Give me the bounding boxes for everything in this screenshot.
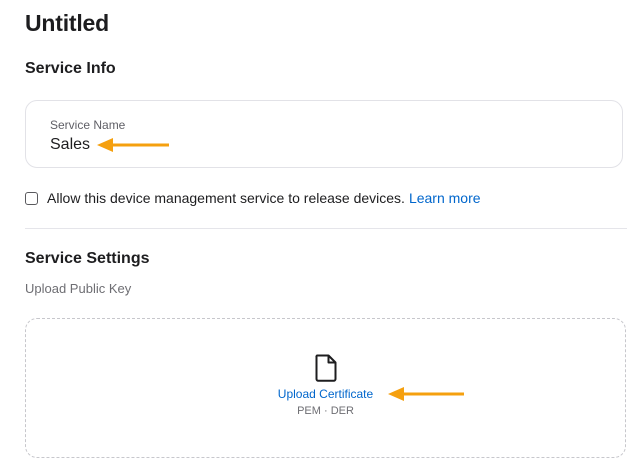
annotation-arrow-icon — [388, 387, 464, 401]
release-devices-row: Allow this device management service to … — [25, 190, 481, 206]
annotation-arrow-icon — [97, 138, 169, 152]
release-devices-checkbox[interactable] — [25, 191, 38, 205]
service-name-field[interactable]: Service Name Sales — [25, 100, 623, 168]
upload-certificate-button[interactable]: Upload Certificate — [26, 387, 625, 401]
document-icon — [315, 354, 337, 382]
service-settings-heading: Service Settings — [25, 250, 150, 267]
accepted-formats: PEM · DER — [297, 405, 354, 417]
service-name-label: Service Name — [50, 118, 126, 132]
learn-more-link[interactable]: Learn more — [409, 190, 481, 206]
page-title: Untitled — [25, 10, 109, 36]
section-divider — [25, 228, 627, 229]
upload-public-key-label: Upload Public Key — [25, 281, 132, 296]
release-devices-label: Allow this device management service to … — [47, 190, 405, 206]
certificate-dropzone[interactable]: Upload Certificate PEM · DER — [25, 318, 626, 458]
service-name-value[interactable]: Sales — [50, 136, 90, 154]
page: Untitled Service Info Service Name Sales… — [0, 0, 637, 464]
service-info-heading: Service Info — [25, 60, 116, 77]
